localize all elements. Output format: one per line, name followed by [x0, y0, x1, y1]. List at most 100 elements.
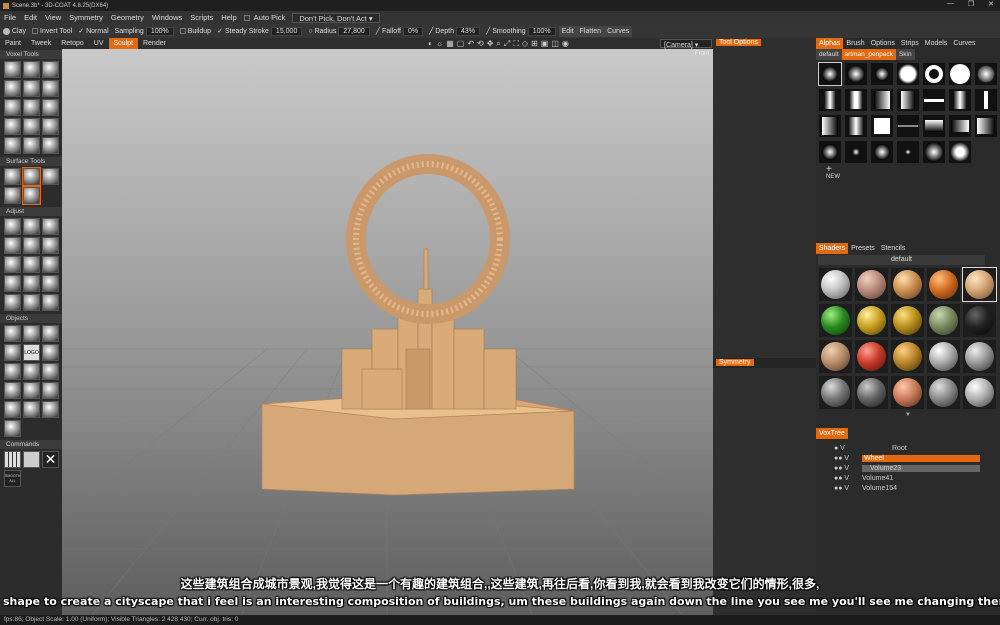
tool-icon[interactable] — [4, 118, 21, 135]
normal-toggle[interactable]: ✓ Normal — [75, 27, 111, 36]
sun-icon[interactable]: ☼ — [436, 38, 443, 49]
tool-icon[interactable] — [23, 61, 40, 78]
sampling-value[interactable]: 100% — [145, 26, 174, 36]
visibility-eye-icon[interactable]: ●● V — [834, 465, 862, 472]
tool-icon[interactable] — [4, 237, 21, 254]
shader-swatch[interactable] — [819, 304, 852, 337]
tool-icon[interactable] — [42, 275, 59, 292]
visibility-eye-icon[interactable]: ●● V — [834, 455, 862, 462]
tool-icon[interactable] — [42, 137, 59, 154]
tab-brush[interactable]: Brush — [843, 38, 867, 49]
fit-icon[interactable]: ⤢ — [504, 38, 510, 49]
alpha-brush[interactable] — [845, 89, 867, 111]
tool-icon[interactable] — [42, 80, 59, 97]
alpha-brush[interactable] — [871, 89, 893, 111]
tool-icon[interactable] — [23, 80, 40, 97]
tool-icon-selected[interactable] — [22, 186, 41, 205]
shader-swatch[interactable] — [855, 340, 888, 373]
camera-icon[interactable]: ▣ — [541, 38, 549, 49]
subtab-default[interactable]: default — [816, 49, 842, 60]
menu-symmetry[interactable]: Symmetry — [65, 13, 107, 22]
smooth-all-button[interactable]: SMOOTH ALL — [4, 470, 21, 487]
tab-uv[interactable]: UV — [89, 38, 109, 49]
alpha-brush[interactable] — [949, 89, 971, 111]
shader-swatch[interactable] — [927, 304, 960, 337]
shading-icon[interactable]: ◐ — [428, 38, 433, 49]
voxtree-row-volume41[interactable]: ●● V Volume41 — [816, 473, 1000, 483]
alpha-brush[interactable] — [897, 89, 919, 111]
shader-swatch[interactable] — [963, 376, 996, 409]
sampling-control[interactable]: Sampling 100% — [112, 26, 177, 36]
alpha-brush[interactable] — [975, 115, 997, 137]
alpha-brush[interactable] — [975, 63, 997, 85]
shader-swatch[interactable] — [927, 268, 960, 301]
tool-icon[interactable] — [4, 363, 21, 380]
tool-icon[interactable] — [23, 363, 40, 380]
close-command-icon[interactable]: ✕ — [42, 451, 59, 468]
surface-tools-header[interactable]: Surface Tools — [0, 157, 62, 166]
tool-icon[interactable] — [4, 325, 21, 342]
tool-icon[interactable] — [4, 218, 21, 235]
shader-preset-dropdown[interactable]: default — [818, 255, 985, 265]
alpha-brush[interactable] — [871, 115, 893, 137]
alpha-brush[interactable] — [871, 141, 893, 163]
alpha-brush[interactable] — [818, 62, 842, 86]
smoothing-control[interactable]: ╱ Smoothing 100% — [483, 26, 559, 36]
pick-mode-dropdown[interactable]: Don't Pick, Don't Act ▾ — [292, 12, 380, 23]
tab-paint[interactable]: Paint — [0, 38, 26, 49]
menu-geometry[interactable]: Geometry — [107, 13, 148, 22]
tool-icon[interactable] — [4, 382, 21, 399]
zoom-icon[interactable]: ⌕ — [496, 38, 500, 49]
voxtree-row-volume23[interactable]: ●● V Volume23 — [816, 463, 1000, 473]
clay-tool[interactable]: Clay — [0, 27, 29, 35]
tool-icon[interactable] — [4, 420, 21, 437]
shader-swatch[interactable] — [891, 376, 924, 409]
tool-icon[interactable] — [42, 325, 59, 342]
undo-icon[interactable]: ↶ — [467, 38, 474, 49]
tab-stencils[interactable]: Stencils — [878, 243, 909, 254]
3d-viewport[interactable]: Front — [62, 49, 713, 615]
tool-icon[interactable] — [23, 118, 40, 135]
alpha-brush[interactable] — [949, 141, 971, 163]
subtab-artman-penpack[interactable]: artman_penpack — [841, 49, 896, 60]
ortho-icon[interactable]: ⊞ — [531, 38, 538, 49]
tool-icon[interactable] — [23, 325, 40, 342]
alpha-brush[interactable] — [923, 89, 945, 111]
tab-retopo[interactable]: Retopo — [56, 38, 89, 49]
tool-icon[interactable] — [42, 218, 59, 235]
tool-icon[interactable] — [4, 99, 21, 116]
tool-icon[interactable] — [4, 401, 21, 418]
layout-command-icon[interactable] — [23, 451, 40, 468]
shader-swatch[interactable] — [819, 376, 852, 409]
tool-icon[interactable] — [23, 218, 40, 235]
buildup-toggle[interactable]: Buildup — [177, 28, 214, 35]
menu-edit[interactable]: Edit — [20, 13, 41, 22]
shader-swatch[interactable] — [891, 268, 924, 301]
depth-value[interactable]: 43% — [455, 26, 480, 36]
shader-swatch-selected[interactable] — [962, 267, 997, 302]
edit-button[interactable]: Edit — [558, 25, 577, 37]
alpha-brush[interactable] — [949, 63, 971, 85]
shaders-scroll-down-icon[interactable]: ▼ — [816, 412, 1000, 418]
menu-windows[interactable]: Windows — [148, 13, 186, 22]
tab-strips[interactable]: Strips — [898, 38, 922, 49]
alpha-brush[interactable] — [845, 63, 867, 85]
voxtree-row-root[interactable]: ● V Root — [816, 443, 1000, 453]
tool-icon[interactable] — [23, 237, 40, 254]
curves-button[interactable]: Curves — [604, 25, 633, 37]
commands-header[interactable]: Commands — [0, 440, 62, 449]
alpha-brush[interactable] — [819, 141, 841, 163]
symmetry-header[interactable]: Symmetry — [713, 358, 816, 368]
tab-tweek[interactable]: Tweek — [26, 38, 56, 49]
voxtree-title[interactable]: VoxTree — [816, 428, 848, 439]
alpha-brush[interactable] — [897, 115, 919, 137]
voxtree-row-wheel[interactable]: ●● V Wheel — [816, 453, 1000, 463]
subtab-skin[interactable]: Skin — [895, 49, 915, 60]
menu-scripts[interactable]: Scripts — [186, 13, 217, 22]
voxtree-row-volume154[interactable]: ●● V Volume154 — [816, 483, 1000, 493]
alpha-brush[interactable] — [871, 63, 893, 85]
shader-swatch[interactable] — [927, 376, 960, 409]
tool-icon[interactable] — [4, 80, 21, 97]
radius-value[interactable]: 27,800 — [338, 26, 370, 36]
tool-icon[interactable] — [42, 363, 59, 380]
